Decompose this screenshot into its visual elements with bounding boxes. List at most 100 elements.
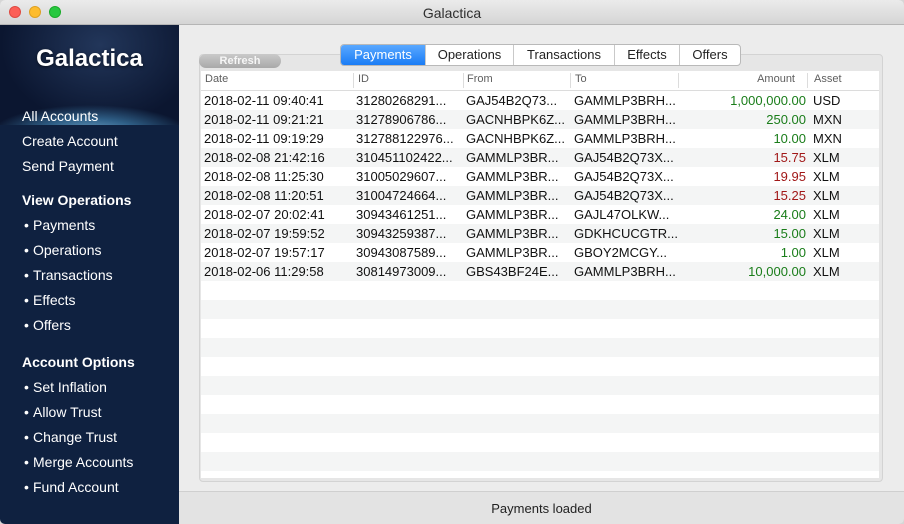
sidebar-item-allow-trust[interactable]: • Allow Trust xyxy=(24,404,101,420)
cell-id: 30943087589... xyxy=(356,245,447,260)
sidebar-heading-account-options: Account Options xyxy=(22,354,135,370)
column-header-asset[interactable]: Asset xyxy=(814,73,842,85)
table-row[interactable]: 2018-02-08 11:20:51 31004724664... GAMMLP3… xyxy=(201,186,879,205)
table-header: Date ID From To Amount Asset xyxy=(201,71,879,91)
table-row[interactable]: 2018-02-07 20:02:41 30943461251... GAMMLP3… xyxy=(201,205,879,224)
cell-id: 30814973009... xyxy=(356,264,447,279)
cell-from: GBS43BF24E... xyxy=(466,264,559,279)
cell-asset: XLM xyxy=(813,264,840,279)
empty-table-row xyxy=(201,357,879,376)
bullet: • xyxy=(24,292,29,308)
payments-table[interactable]: Date ID From To Amount Asset 2018-02-11 … xyxy=(201,71,879,478)
cell-amount: 24.00 xyxy=(773,207,806,222)
sidebar-item-all-accounts[interactable]: All Accounts xyxy=(22,108,98,124)
sidebar-item-create-account[interactable]: Create Account xyxy=(22,133,118,149)
cell-to: GAMMLP3BRH... xyxy=(574,264,676,279)
column-divider[interactable] xyxy=(570,73,571,88)
cell-date: 2018-02-11 09:21:21 xyxy=(204,112,324,127)
tab-operations[interactable]: Operations xyxy=(425,45,513,65)
cell-date: 2018-02-07 19:59:52 xyxy=(204,226,325,241)
table-row[interactable]: 2018-02-08 11:25:30 31005029607... GAMMLP3… xyxy=(201,167,879,186)
cell-date: 2018-02-06 11:29:58 xyxy=(204,264,324,279)
cell-from: GACNHBPK6Z... xyxy=(466,131,565,146)
status-text: Payments loaded xyxy=(491,501,592,516)
sidebar-item-transactions[interactable]: • Transactions xyxy=(24,267,113,283)
sidebar-item-label: Transactions xyxy=(33,267,113,283)
empty-table-row xyxy=(201,433,879,452)
bullet: • xyxy=(24,479,29,495)
empty-table-row xyxy=(201,471,879,478)
column-header-amount[interactable]: Amount xyxy=(681,73,795,85)
bullet: • xyxy=(24,454,29,470)
cell-to: GAMMLP3BRH... xyxy=(574,112,676,127)
table-row[interactable]: 2018-02-11 09:19:29 312788122976... GACNHB… xyxy=(201,129,879,148)
empty-table-row xyxy=(201,338,879,357)
cell-asset: USD xyxy=(813,93,841,108)
table-row[interactable]: 2018-02-08 21:42:16 310451102422... GAMMLP… xyxy=(201,148,879,167)
sidebar-item-payments[interactable]: • Payments xyxy=(24,217,95,233)
bullet: • xyxy=(24,379,29,395)
status-bar: Payments loaded xyxy=(179,491,904,524)
column-header-from[interactable]: From xyxy=(467,73,493,85)
cell-to: GAMMLP3BRH... xyxy=(574,131,676,146)
cell-amount: 10.00 xyxy=(773,131,806,146)
sidebar-item-label: Payments xyxy=(33,217,96,233)
column-divider[interactable] xyxy=(353,73,354,88)
column-divider[interactable] xyxy=(463,73,464,88)
bullet: • xyxy=(24,217,29,233)
sidebar-item-fund-account[interactable]: • Fund Account xyxy=(24,479,119,495)
sidebar-item-offers[interactable]: • Offers xyxy=(24,317,71,333)
cell-id: 31005029607... xyxy=(356,169,447,184)
table-row[interactable]: 2018-02-07 19:57:17 30943087589... GAMMLP3… xyxy=(201,243,879,262)
tab-effects[interactable]: Effects xyxy=(614,45,679,65)
sidebar-item-effects[interactable]: • Effects xyxy=(24,292,76,308)
cell-id: 31004724664... xyxy=(356,188,447,203)
cell-to: GAJ54B2Q73X... xyxy=(574,169,674,184)
cell-amount: 15.75 xyxy=(773,150,806,165)
cell-to: GDKHCUCGTR... xyxy=(574,226,678,241)
table-row[interactable]: 2018-02-07 19:59:52 30943259387... GAMMLP3… xyxy=(201,224,879,243)
cell-id: 30943259387... xyxy=(356,226,447,241)
cell-date: 2018-02-08 11:20:51 xyxy=(204,188,324,203)
column-divider[interactable] xyxy=(678,73,679,88)
cell-amount: 15.25 xyxy=(773,188,806,203)
title-bar: Galactica xyxy=(0,0,904,25)
tab-offers[interactable]: Offers xyxy=(679,45,740,65)
sidebar-item-label: Offers xyxy=(33,317,71,333)
bullet: • xyxy=(24,429,29,445)
sidebar-item-label: Fund Account xyxy=(33,479,119,495)
sidebar-item-label: Effects xyxy=(33,292,76,308)
cell-to: GBOY2MCGY... xyxy=(574,245,667,260)
cell-asset: XLM xyxy=(813,188,840,203)
column-header-date[interactable]: Date xyxy=(205,73,228,85)
cell-asset: XLM xyxy=(813,226,840,241)
tab-transactions[interactable]: Transactions xyxy=(513,45,614,65)
window-title: Galactica xyxy=(422,5,482,21)
sidebar-item-label: Change Trust xyxy=(33,429,118,445)
sidebar-item-operations[interactable]: • Operations xyxy=(24,242,101,258)
tab-payments[interactable]: Payments xyxy=(341,45,425,65)
cell-id: 31278906786... xyxy=(356,112,447,127)
sidebar-item-change-trust[interactable]: • Change Trust xyxy=(24,429,117,445)
cell-to: GAJL47OLKW... xyxy=(574,207,670,222)
sidebar: Galactica All Accounts Create Account Se… xyxy=(0,25,179,524)
sidebar-item-send-payment[interactable]: Send Payment xyxy=(22,158,114,174)
cell-amount: 250.00 xyxy=(766,112,806,127)
cell-from: GAMMLP3BR... xyxy=(466,226,559,241)
cell-asset: MXN xyxy=(813,131,842,146)
refresh-button[interactable]: Refresh xyxy=(199,54,281,68)
empty-table-row xyxy=(201,300,879,319)
column-header-id[interactable]: ID xyxy=(358,73,369,85)
sidebar-item-set-inflation[interactable]: • Set Inflation xyxy=(24,379,107,395)
cell-from: GAJ54B2Q73... xyxy=(466,93,558,108)
cell-amount: 10,000.00 xyxy=(748,264,806,279)
column-header-to[interactable]: To xyxy=(575,73,587,85)
sidebar-item-merge-accounts[interactable]: • Merge Accounts xyxy=(24,454,133,470)
table-row[interactable]: 2018-02-11 09:40:41 31280268291... GAJ54B2… xyxy=(201,91,879,110)
table-row[interactable]: 2018-02-11 09:21:21 31278906786... GACNHBP… xyxy=(201,110,879,129)
bullet: • xyxy=(24,317,29,333)
column-divider[interactable] xyxy=(807,73,808,88)
table-row[interactable]: 2018-02-06 11:29:58 30814973009... GBS43BF… xyxy=(201,262,879,281)
sidebar-item-label: Set Inflation xyxy=(33,379,107,395)
bullet: • xyxy=(24,267,29,283)
